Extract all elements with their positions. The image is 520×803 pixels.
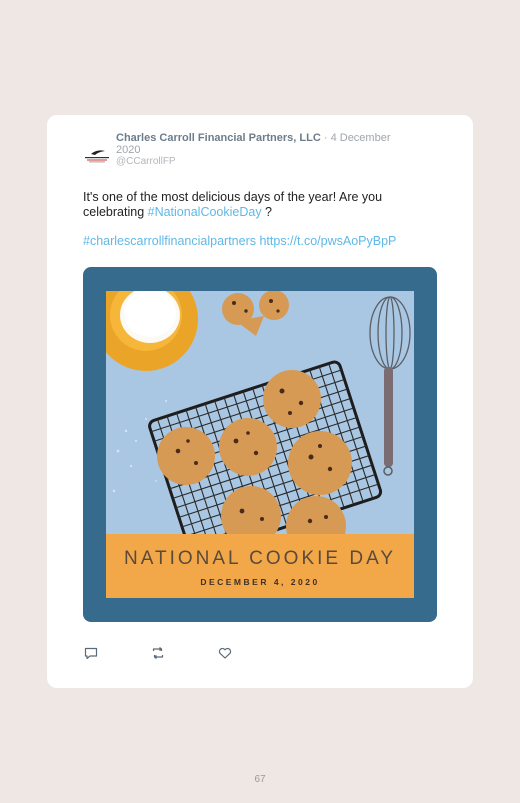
like-icon[interactable] (217, 645, 233, 661)
tweet-card: Charles Carroll Financial Partners, LLC … (47, 115, 473, 688)
hashtag-charles-carroll[interactable]: #charlescarrollfinancialpartners (83, 234, 256, 248)
tweet-links: #charlescarrollfinancialpartners https:/… (83, 234, 396, 248)
page-number: 67 (254, 774, 266, 785)
banner-headline: NATIONAL COOKIE DAY (123, 548, 397, 569)
tweet-actions (83, 645, 283, 661)
company-logo (85, 150, 109, 163)
author-handle[interactable]: @CCarrollFP (116, 156, 416, 168)
banner-date: DECEMBER 4, 2020 (200, 577, 320, 587)
author-name[interactable]: Charles Carroll Financial Partners, LLC (116, 132, 321, 144)
image-banner: NATIONAL COOKIE DAY DECEMBER 4, 2020 (106, 534, 414, 598)
cookies-photo (106, 291, 414, 534)
hashtag-national-cookie-day[interactable]: #NationalCookieDay (148, 205, 262, 219)
retweet-icon[interactable] (150, 645, 166, 661)
tweet-text: It's one of the most delicious days of t… (83, 190, 433, 220)
tweet-header: Charles Carroll Financial Partners, LLC … (116, 132, 416, 168)
reply-icon[interactable] (83, 645, 99, 661)
tweet-text-end: ? (261, 205, 273, 219)
tweet-url[interactable]: https://t.co/pwsAoPyBpP (259, 234, 396, 248)
tweet-media[interactable]: NATIONAL COOKIE DAY DECEMBER 4, 2020 (83, 267, 437, 622)
